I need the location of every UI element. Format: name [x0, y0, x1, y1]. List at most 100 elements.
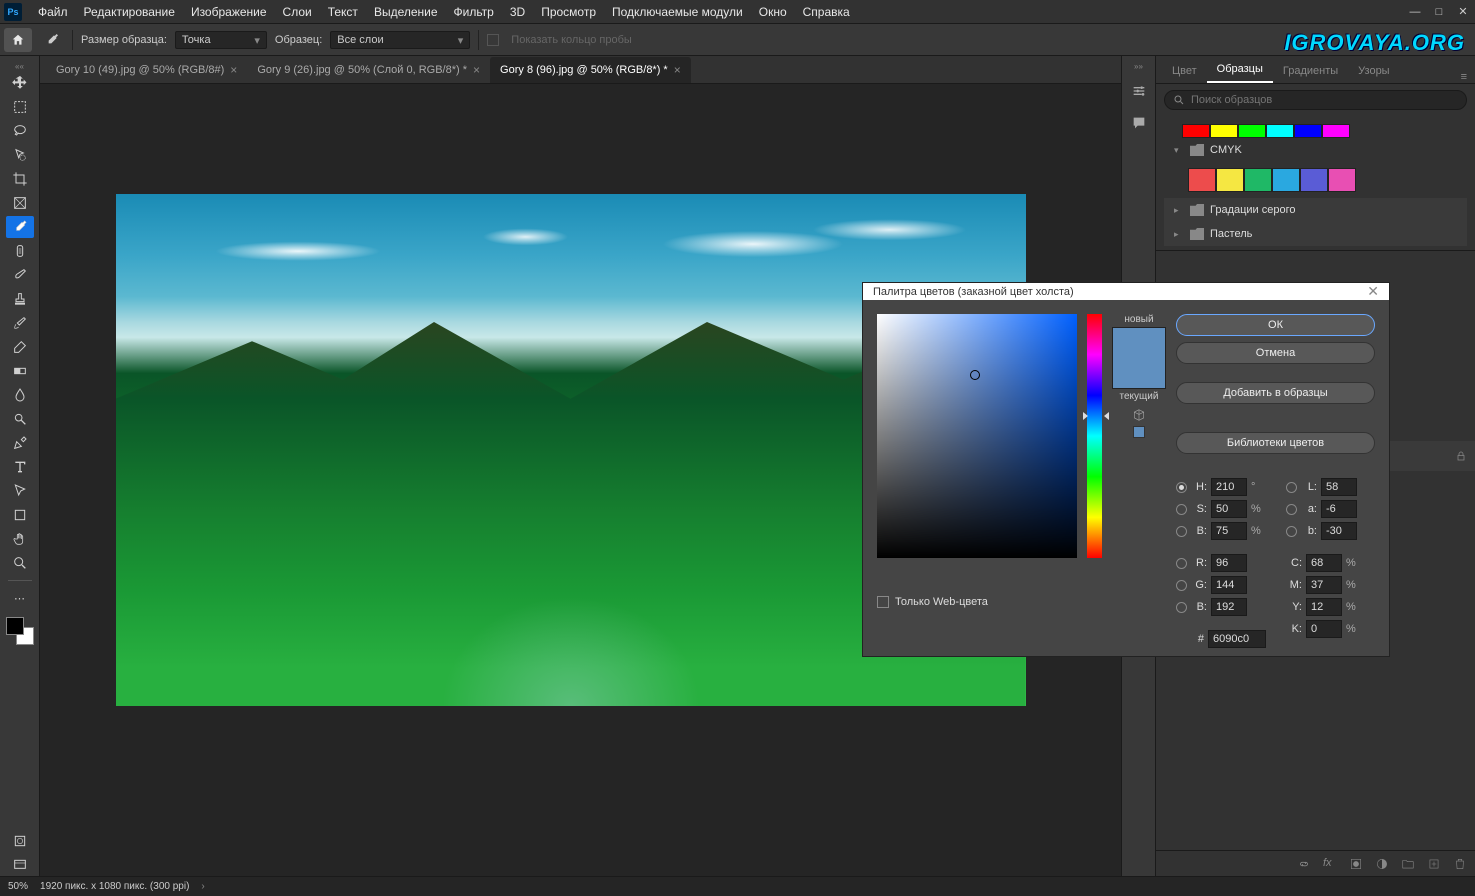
tab-close-icon[interactable]: ×: [473, 63, 480, 77]
l-input[interactable]: [1321, 478, 1357, 496]
sample-size-select[interactable]: Точка: [175, 31, 267, 49]
eraser-tool[interactable]: [6, 336, 34, 358]
radio-l[interactable]: [1286, 482, 1297, 493]
color-cursor[interactable]: [970, 370, 980, 380]
c-input[interactable]: [1306, 554, 1342, 572]
radio-s[interactable]: [1176, 504, 1187, 515]
websafe-swatch[interactable]: [1133, 426, 1145, 438]
gradient-tool[interactable]: [6, 360, 34, 382]
tab-swatches[interactable]: Образцы: [1207, 57, 1273, 83]
hand-tool[interactable]: [6, 528, 34, 550]
swatch[interactable]: [1188, 168, 1216, 192]
swatch-search[interactable]: [1164, 90, 1467, 110]
swatch[interactable]: [1238, 124, 1266, 138]
lock-icon[interactable]: [1455, 450, 1467, 462]
radio-bl[interactable]: [1286, 526, 1297, 537]
link-icon[interactable]: [1297, 857, 1311, 871]
show-ring-checkbox[interactable]: [487, 34, 499, 46]
radio-h[interactable]: [1176, 482, 1187, 493]
color-libraries-button[interactable]: Библиотеки цветов: [1176, 432, 1375, 454]
bl-input[interactable]: [1321, 522, 1357, 540]
saturation-field[interactable]: [877, 314, 1077, 558]
hue-slider[interactable]: [1087, 314, 1102, 558]
sample-layers-select[interactable]: Все слои: [330, 31, 470, 49]
current-color[interactable]: [1113, 358, 1165, 388]
pen-tool[interactable]: [6, 432, 34, 454]
add-swatch-button[interactable]: Добавить в образцы: [1176, 382, 1375, 404]
a-input[interactable]: [1321, 500, 1357, 518]
zoom-level[interactable]: 50%: [8, 881, 28, 892]
menu-слои[interactable]: Слои: [275, 5, 320, 19]
menu-окно[interactable]: Окно: [751, 5, 795, 19]
radio-a[interactable]: [1286, 504, 1297, 515]
menu-изображение[interactable]: Изображение: [183, 5, 275, 19]
document-tab[interactable]: Gory 9 (26).jpg @ 50% (Слой 0, RGB/8*) *…: [247, 57, 490, 83]
radio-b[interactable]: [1176, 526, 1187, 537]
swatch[interactable]: [1182, 124, 1210, 138]
expand-icon[interactable]: »»: [1134, 62, 1143, 71]
group-icon[interactable]: [1401, 857, 1415, 871]
foreground-color[interactable]: [6, 617, 24, 635]
adjustment-icon[interactable]: [1375, 857, 1389, 871]
frame-tool[interactable]: [6, 192, 34, 214]
lasso-tool[interactable]: [6, 120, 34, 142]
folder-pastel[interactable]: ▸ Пастель: [1164, 222, 1467, 246]
menu-подключаемые модули[interactable]: Подключаемые модули: [604, 5, 751, 19]
swatch[interactable]: [1294, 124, 1322, 138]
menu-редактирование[interactable]: Редактирование: [76, 5, 183, 19]
tab-close-icon[interactable]: ×: [230, 63, 237, 77]
folder-grayscale[interactable]: ▸ Градации серого: [1164, 198, 1467, 222]
quick-mask-button[interactable]: [6, 830, 34, 852]
swatch[interactable]: [1300, 168, 1328, 192]
tab-color[interactable]: Цвет: [1162, 59, 1207, 83]
minimize-button[interactable]: —: [1403, 2, 1427, 22]
document-tab[interactable]: Gory 10 (49).jpg @ 50% (RGB/8#)×: [46, 57, 247, 83]
type-tool[interactable]: [6, 456, 34, 478]
y-input[interactable]: [1306, 598, 1342, 616]
dialog-titlebar[interactable]: Палитра цветов (заказной цвет холста) ✕: [863, 283, 1389, 300]
mask-icon[interactable]: [1349, 857, 1363, 871]
eyedropper-tool[interactable]: [6, 216, 34, 238]
menu-справка[interactable]: Справка: [795, 5, 858, 19]
swatch[interactable]: [1328, 168, 1356, 192]
k-input[interactable]: [1306, 620, 1342, 638]
menu-фильтр[interactable]: Фильтр: [446, 5, 502, 19]
screen-mode-button[interactable]: [6, 854, 34, 876]
brush-tool[interactable]: [6, 264, 34, 286]
menu-текст[interactable]: Текст: [320, 5, 366, 19]
bv-input[interactable]: [1211, 598, 1247, 616]
new-layer-icon[interactable]: [1427, 857, 1441, 871]
collapse-arrows-icon[interactable]: ««: [0, 62, 39, 70]
s-input[interactable]: [1211, 500, 1247, 518]
radio-bv[interactable]: [1176, 602, 1187, 613]
path-select-tool[interactable]: [6, 480, 34, 502]
radio-r[interactable]: [1176, 558, 1187, 569]
swatch[interactable]: [1216, 168, 1244, 192]
close-icon[interactable]: ✕: [1367, 283, 1379, 300]
tab-close-icon[interactable]: ×: [674, 63, 681, 77]
panel-menu-icon[interactable]: ≡: [1453, 71, 1475, 83]
edit-toolbar-button[interactable]: ⋯: [6, 587, 34, 609]
adjustments-icon[interactable]: [1127, 79, 1151, 103]
menu-3d[interactable]: 3D: [502, 5, 533, 19]
home-button[interactable]: [4, 28, 32, 52]
swatch-search-input[interactable]: [1191, 94, 1458, 106]
hue-thumb[interactable]: [1083, 412, 1109, 420]
swatch[interactable]: [1322, 124, 1350, 138]
dodge-tool[interactable]: [6, 408, 34, 430]
swatch[interactable]: [1272, 168, 1300, 192]
history-brush-tool[interactable]: [6, 312, 34, 334]
quick-select-tool[interactable]: [6, 144, 34, 166]
h-input[interactable]: [1211, 478, 1247, 496]
ok-button[interactable]: ОК: [1176, 314, 1375, 336]
cancel-button[interactable]: Отмена: [1176, 342, 1375, 364]
maximize-button[interactable]: □: [1427, 2, 1451, 22]
tab-patterns[interactable]: Узоры: [1348, 59, 1399, 83]
healing-brush-tool[interactable]: [6, 240, 34, 262]
radio-g[interactable]: [1176, 580, 1187, 591]
menu-просмотр[interactable]: Просмотр: [533, 5, 604, 19]
chevron-right-icon[interactable]: ›: [201, 881, 204, 892]
menu-выделение[interactable]: Выделение: [366, 5, 446, 19]
zoom-tool[interactable]: [6, 552, 34, 574]
hex-input[interactable]: [1208, 630, 1266, 648]
